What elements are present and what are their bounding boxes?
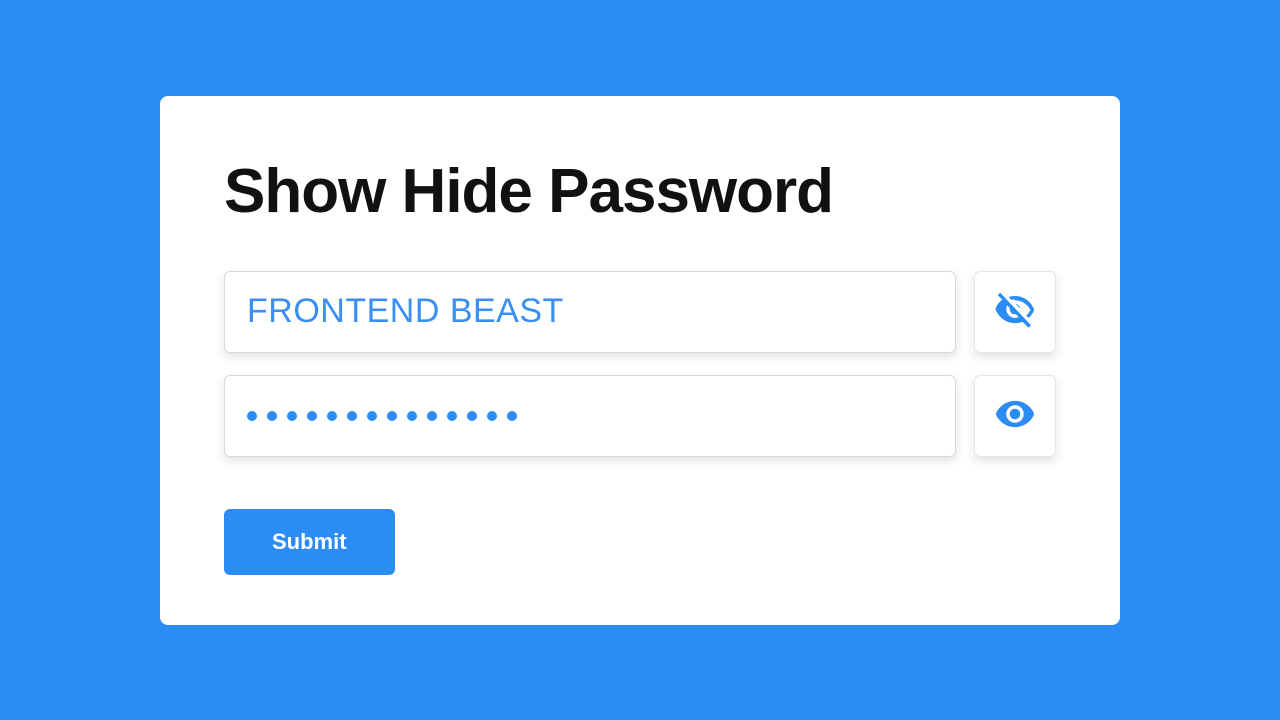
- show-password-button[interactable]: [974, 375, 1056, 457]
- eye-slash-icon: [994, 289, 1036, 334]
- text-row: [224, 271, 1056, 353]
- password-dot: [387, 411, 397, 421]
- password-dot: [287, 411, 297, 421]
- password-input[interactable]: [224, 375, 956, 457]
- password-dot: [487, 411, 497, 421]
- password-row: [224, 375, 1056, 457]
- password-dot: [347, 411, 357, 421]
- page-title: Show Hide Password: [224, 156, 1056, 227]
- form-card: Show Hide Password Submit: [160, 96, 1120, 625]
- password-dot: [467, 411, 477, 421]
- password-dot: [367, 411, 377, 421]
- password-dot: [327, 411, 337, 421]
- password-dot: [307, 411, 317, 421]
- text-input[interactable]: [224, 271, 956, 353]
- password-dot: [247, 411, 257, 421]
- eye-icon: [994, 393, 1036, 438]
- password-dot: [427, 411, 437, 421]
- hide-password-button[interactable]: [974, 271, 1056, 353]
- password-dot: [507, 411, 517, 421]
- password-dot: [447, 411, 457, 421]
- password-dot: [267, 411, 277, 421]
- submit-button[interactable]: Submit: [224, 509, 395, 575]
- password-dot: [407, 411, 417, 421]
